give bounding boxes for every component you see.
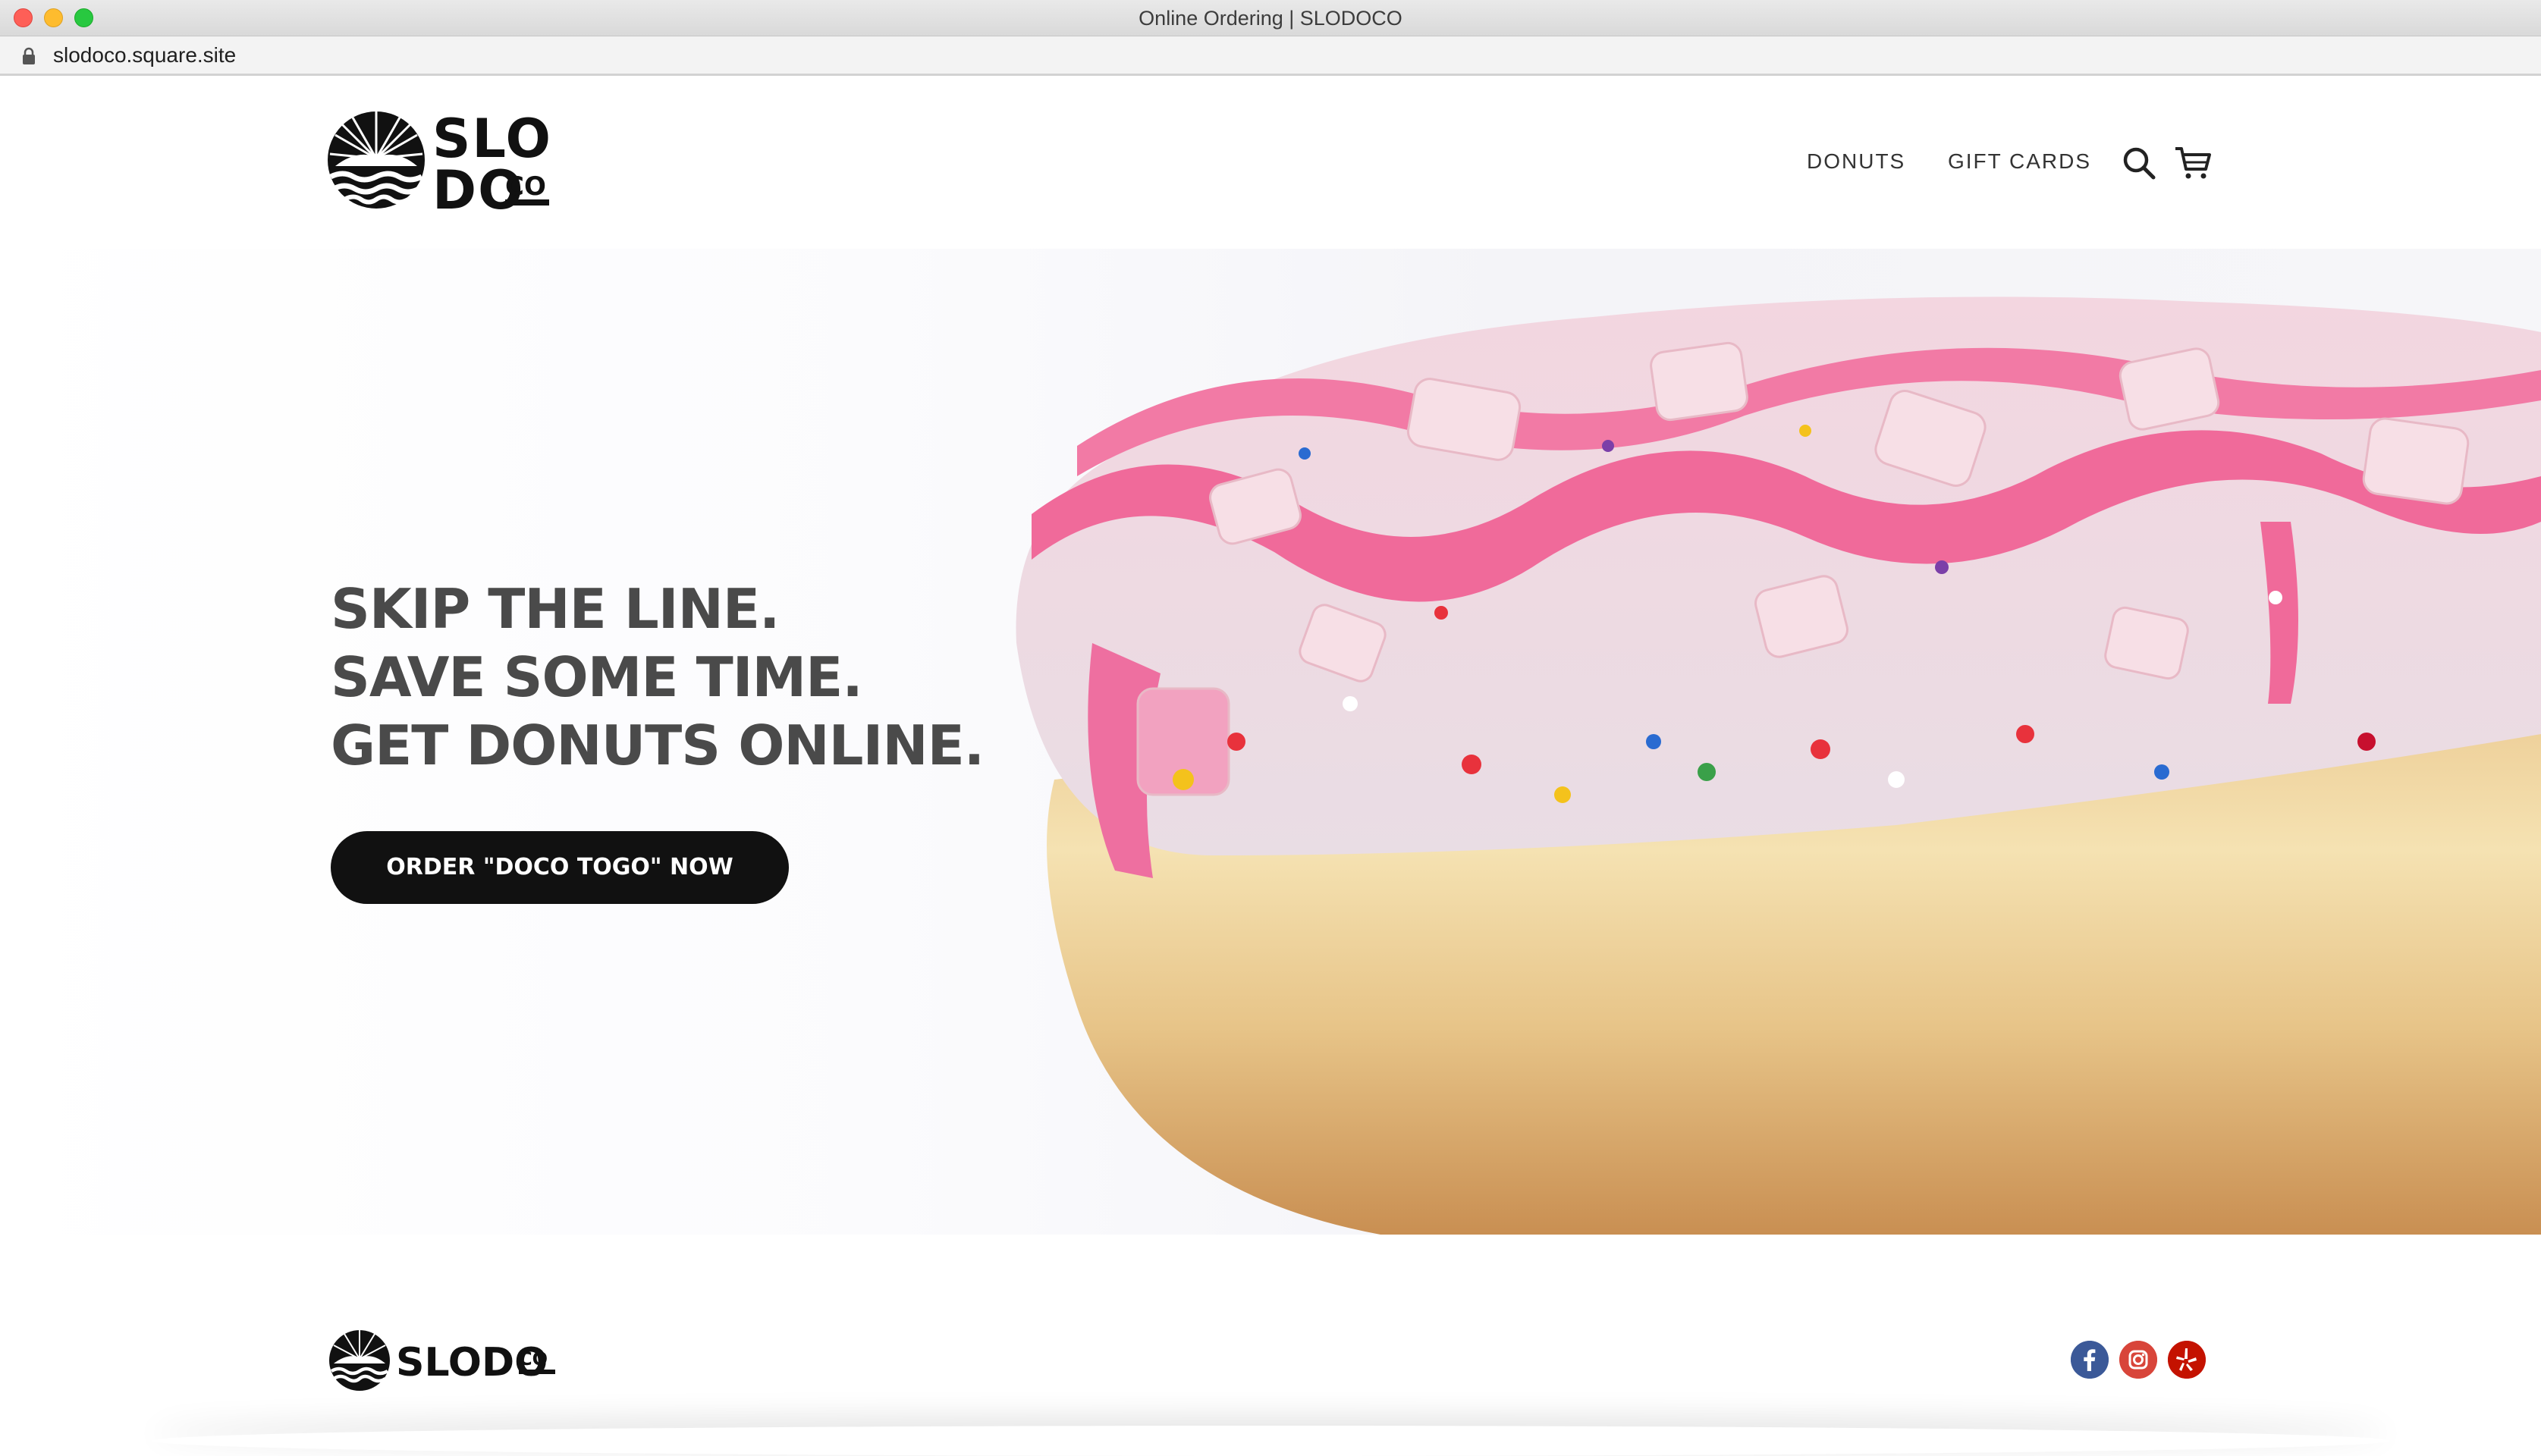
hero-line-3: GET DONUTS ONLINE. bbox=[331, 714, 985, 777]
footer-logo[interactable]: SLODO CO bbox=[329, 1329, 558, 1392]
nav-link-donuts[interactable]: DONUTS bbox=[1807, 149, 1905, 174]
window-titlebar: Online Ordering | SLODOCO bbox=[0, 0, 2541, 36]
order-doco-togo-button[interactable]: ORDER "DOCO TOGO" NOW bbox=[331, 831, 789, 904]
nav-link-gift-cards[interactable]: GIFT CARDS bbox=[1948, 149, 2091, 174]
hero-line-2: SAVE SOME TIME. bbox=[331, 645, 863, 709]
facebook-icon[interactable] bbox=[2071, 1341, 2109, 1379]
logo-text-co: CO bbox=[505, 171, 546, 202]
site-footer: SLODO CO bbox=[0, 1235, 2541, 1433]
sun-wave-emblem bbox=[328, 111, 425, 209]
window-title: Online Ordering | SLODOCO bbox=[1139, 7, 1402, 30]
hero-line-1: SKIP THE LINE. bbox=[331, 577, 780, 641]
yelp-icon[interactable] bbox=[2168, 1341, 2206, 1379]
site-header: SLO DO CO DONUTS GIFT CARDS bbox=[0, 78, 2541, 249]
footer-logo-co: CO bbox=[519, 1348, 548, 1370]
slodoco-logo[interactable]: SLO DO CO bbox=[328, 110, 552, 213]
hero-banner: SKIP THE LINE. SAVE SOME TIME. GET DONUT… bbox=[0, 249, 2541, 1235]
hero-headline: SKIP THE LINE. SAVE SOME TIME. GET DONUT… bbox=[331, 575, 1013, 780]
cart-icon[interactable] bbox=[2174, 145, 2212, 180]
sun-wave-emblem bbox=[329, 1330, 390, 1391]
search-icon[interactable] bbox=[2122, 146, 2156, 180]
donut-image bbox=[1016, 297, 2541, 1235]
url-text[interactable]: slodoco.square.site bbox=[53, 36, 236, 74]
footer-shadow bbox=[152, 1426, 2389, 1456]
instagram-icon[interactable] bbox=[2119, 1341, 2157, 1379]
lock-icon bbox=[23, 47, 35, 64]
address-bar[interactable]: slodoco.square.site bbox=[0, 36, 2541, 76]
